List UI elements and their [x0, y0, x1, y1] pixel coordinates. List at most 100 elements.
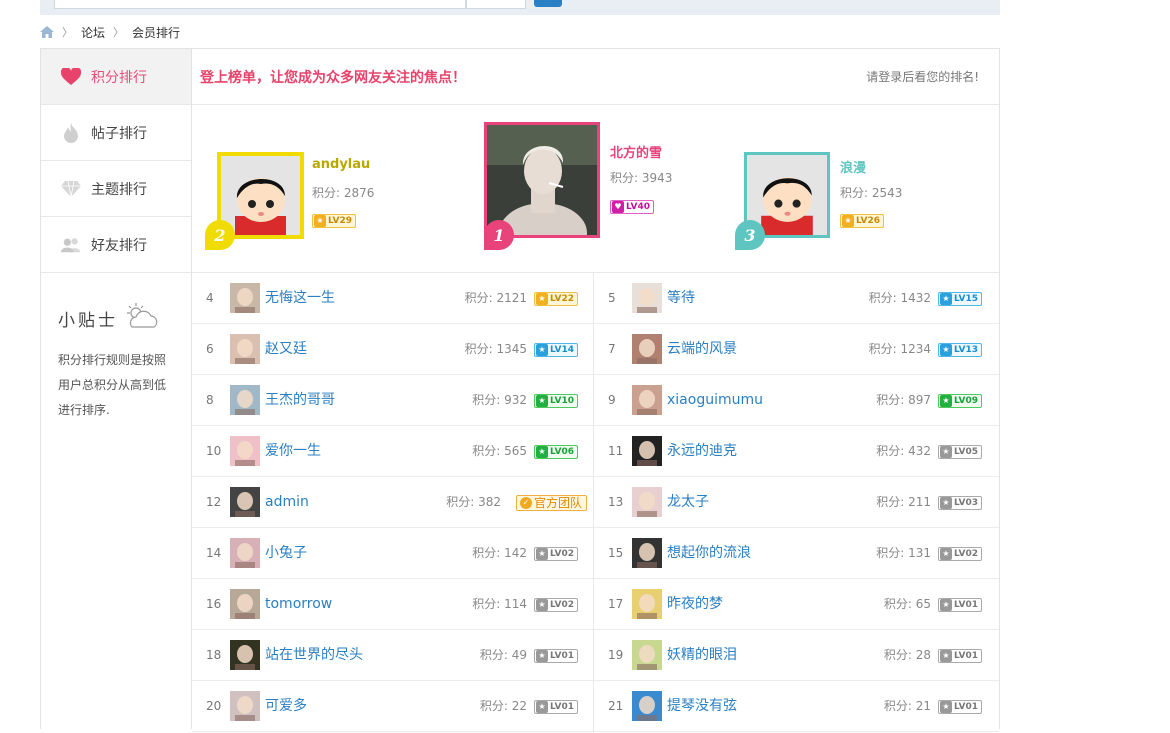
top-three-podium: 2 andylau 积分: 2876 ★ LV29 1 北方的雪 积分: 3943… [192, 105, 999, 273]
login-prompt-link[interactable]: 请登录后看您的排名! [866, 68, 979, 85]
user-name-link[interactable]: 想起你的流浪 [667, 528, 751, 578]
avatar[interactable] [230, 691, 260, 721]
level-badge: ★ LV02 [938, 545, 982, 561]
star-icon: ★ [536, 598, 548, 611]
level-text: LV09 [954, 395, 978, 406]
rank-number: 12 [206, 495, 222, 509]
user-score: 积分: 897 [876, 393, 931, 407]
user-name-link[interactable]: xiaoguimumu [667, 375, 763, 425]
level-text: LV02 [954, 548, 978, 559]
user-name-link[interactable]: 永远的迪克 [667, 426, 737, 476]
user-name-link[interactable]: 小兔子 [265, 528, 307, 578]
sidebar-item-score-ranking[interactable]: 积分排行 [41, 49, 191, 105]
avatar[interactable] [230, 334, 260, 364]
podium-first-name[interactable]: 北方的雪 [610, 142, 662, 161]
search-type-select[interactable] [466, 0, 526, 9]
avatar[interactable] [230, 589, 260, 619]
search-input[interactable] [54, 0, 466, 9]
level-badge: ★ LV14 [534, 341, 578, 357]
user-score: 积分: 2121 [464, 291, 527, 305]
top-search-bar [40, 0, 1000, 15]
user-name-link[interactable]: 爱你一生 [265, 426, 321, 476]
avatar[interactable] [230, 640, 260, 670]
fire-icon [61, 122, 81, 143]
star-icon: ★ [940, 394, 952, 407]
avatar[interactable] [632, 283, 662, 313]
user-name-link[interactable]: 站在世界的尽头 [265, 630, 363, 680]
sidebar-item-post-ranking[interactable]: 帖子排行 [41, 105, 191, 161]
rank-number: 4 [206, 291, 214, 305]
level-text: LV15 [954, 293, 978, 304]
ranking-row: 18 站在世界的尽头 积分: 49 ★ LV01 [192, 630, 593, 681]
avatar[interactable] [230, 385, 260, 415]
breadcrumb: 〉 论坛 〉 会员排行 [40, 22, 180, 42]
user-name-link[interactable]: 提琴没有弦 [667, 681, 737, 731]
user-score: 积分: 932 [472, 393, 527, 407]
ranking-row: 9 xiaoguimumu 积分: 897 ★ LV09 [594, 375, 999, 426]
star-icon: ★ [940, 292, 952, 305]
avatar[interactable] [632, 487, 662, 517]
user-score: 积分: 1432 [868, 291, 931, 305]
level-badge: ★ LV03 [938, 494, 982, 510]
ranking-row: 4 无悔这一生 积分: 2121 ★ LV22 [192, 273, 593, 324]
user-name-link[interactable]: 等待 [667, 273, 695, 323]
user-score: 积分: 211 [876, 495, 931, 509]
avatar[interactable] [632, 436, 662, 466]
rank-number: 16 [206, 597, 222, 611]
user-name-link[interactable]: 云端的风景 [667, 324, 737, 374]
user-name-link[interactable]: 可爱多 [265, 681, 307, 731]
user-name-link[interactable]: 赵又廷 [265, 324, 307, 374]
avatar[interactable] [632, 691, 662, 721]
level-badge: ★ LV06 [534, 443, 578, 459]
rank-number: 18 [206, 648, 222, 662]
ranking-row: 13 龙太子 积分: 211 ★ LV03 [594, 477, 999, 528]
rank-badge: 1 [484, 220, 514, 250]
star-icon: ★ [536, 700, 548, 713]
ranking-row: 19 妖精的眼泪 积分: 28 ★ LV01 [594, 630, 999, 681]
user-score: 积分: 114 [472, 597, 527, 611]
avatar[interactable] [632, 538, 662, 568]
avatar[interactable] [230, 436, 260, 466]
user-score: 积分: 565 [472, 444, 527, 458]
breadcrumb-forum-link[interactable]: 论坛 [81, 24, 105, 41]
ranking-row: 10 爱你一生 积分: 565 ★ LV06 [192, 426, 593, 477]
home-icon[interactable] [40, 26, 54, 38]
level-badge: ★ LV01 [938, 647, 982, 663]
rank-number: 14 [206, 546, 222, 560]
star-icon: ★ [536, 649, 548, 662]
avatar[interactable] [230, 487, 260, 517]
ranking-sidebar: 积分排行 帖子排行 主题排行 好友排行 小贴士 积分排行规则是按照用户总积分从高… [41, 49, 192, 729]
sidebar-item-topic-ranking[interactable]: 主题排行 [41, 161, 191, 217]
level-text: LV40 [626, 201, 650, 212]
tips-box: 小贴士 积分排行规则是按照用户总积分从高到低进行排序. [41, 273, 191, 423]
star-icon: ★ [940, 343, 952, 356]
podium-third-score: 积分: 2543 [840, 186, 903, 200]
podium-third-name[interactable]: 浪漫 [840, 157, 866, 176]
user-name-link[interactable]: 妖精的眼泪 [667, 630, 737, 680]
user-name-link[interactable]: 昨夜的梦 [667, 579, 723, 629]
avatar[interactable] [632, 640, 662, 670]
avatar[interactable] [230, 538, 260, 568]
podium-second-name[interactable]: andylau [312, 157, 370, 172]
avatar[interactable] [230, 283, 260, 313]
user-name-link[interactable]: tomorrow [265, 579, 332, 629]
user-name-link[interactable]: 龙太子 [667, 477, 709, 527]
rank-badge: 2 [205, 220, 235, 250]
ranking-banner: 登上榜单，让您成为众多网友关注的焦点！ 请登录后看您的排名! [192, 49, 999, 105]
user-name-link[interactable]: 无悔这一生 [265, 273, 335, 323]
verified-icon: ✓ [520, 496, 532, 509]
user-score: 积分: 432 [876, 444, 931, 458]
rank-number: 8 [206, 393, 214, 407]
star-icon: ★ [536, 292, 548, 305]
sidebar-item-friend-ranking[interactable]: 好友排行 [41, 217, 191, 273]
user-name-link[interactable]: 王杰的哥哥 [265, 375, 335, 425]
rank-number: 11 [608, 444, 624, 458]
avatar[interactable] [632, 589, 662, 619]
search-button[interactable] [534, 0, 562, 7]
sidebar-item-label: 好友排行 [91, 237, 147, 254]
avatar[interactable] [632, 334, 662, 364]
avatar[interactable] [632, 385, 662, 415]
star-icon: ★ [940, 547, 952, 560]
rank-number: 21 [608, 699, 624, 713]
user-name-link[interactable]: admin [265, 477, 309, 527]
